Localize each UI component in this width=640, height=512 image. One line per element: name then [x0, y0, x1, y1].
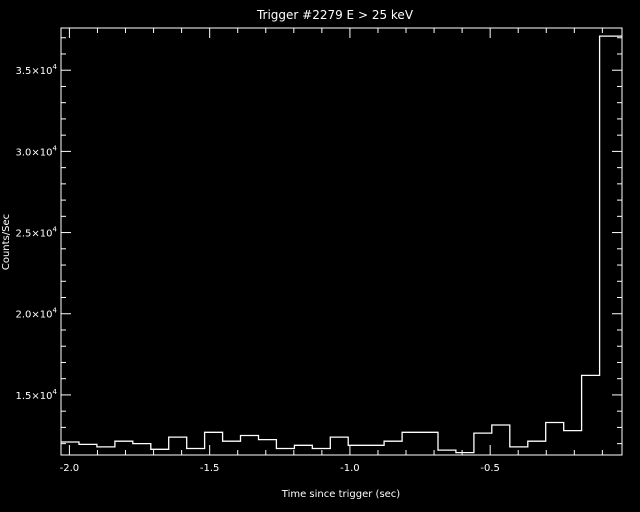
chart-title: Trigger #2279 E > 25 keV: [256, 8, 414, 22]
x-tick-label: -0.5: [480, 463, 500, 474]
y-tick-label: 2.5×104: [16, 226, 58, 240]
y-axis-title: Counts/Sec: [1, 214, 12, 270]
x-axis-title: Time since trigger (sec): [281, 489, 401, 500]
x-tick-label: -1.0: [340, 463, 360, 474]
x-tick-label: -2.0: [60, 463, 80, 474]
y-tick-label: 2.0×104: [16, 307, 58, 321]
y-tick-label: 3.5×104: [16, 63, 58, 77]
x-tick-label: -1.5: [200, 463, 220, 474]
y-tick-label: 1.5×104: [16, 388, 58, 402]
y-tick-label: 3.0×104: [16, 144, 58, 158]
chart: Trigger #2279 E > 25 keV -2.0 -1.5 -1.0 -0.…: [0, 0, 640, 512]
plot-background: [0, 0, 640, 512]
